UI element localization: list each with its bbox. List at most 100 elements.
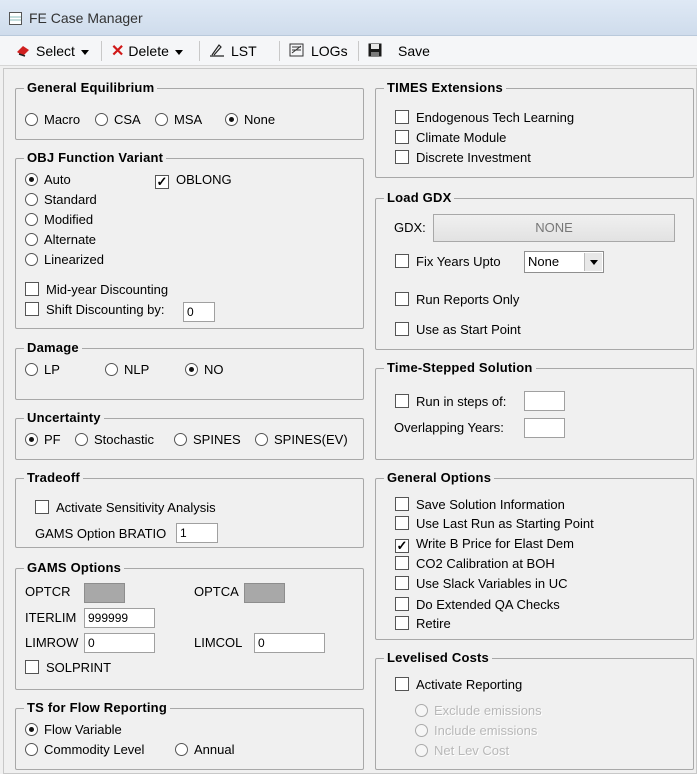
activate-reporting-checkbox[interactable]: Activate Reporting [395, 677, 522, 693]
select-icon [16, 42, 30, 62]
obj-radio-standard[interactable]: Standard [25, 192, 97, 208]
toolbar-divider [358, 41, 359, 61]
gdx-file-button[interactable]: NONE [433, 214, 675, 242]
obj-radio-auto[interactable]: Auto [25, 172, 71, 188]
save-label: Save [398, 43, 430, 59]
fix-years-checkbox[interactable]: Fix Years Upto [395, 254, 501, 270]
gdx-label: GDX: [394, 220, 426, 235]
time-stepped-group: Time-Stepped Solution [375, 360, 694, 460]
fix-years-select[interactable]: None [524, 251, 604, 273]
uncertainty-radio-spines-ev[interactable]: SPINES(EV) [255, 432, 348, 448]
obj-radio-alternate[interactable]: Alternate [25, 232, 96, 248]
fix-years-value: None [528, 254, 560, 269]
lst-icon [209, 42, 225, 62]
obj-radio-modified[interactable]: Modified [25, 212, 93, 228]
discrete-investment-checkbox[interactable]: Discrete Investment [395, 150, 531, 166]
toolbar-divider [199, 41, 200, 61]
optca-input[interactable] [244, 583, 285, 603]
save-solution-info-checkbox[interactable]: Save Solution Information [395, 497, 565, 513]
oblong-checkbox[interactable]: ✓ OBLONG [155, 172, 232, 189]
obj-radio-linearized[interactable]: Linearized [25, 252, 104, 268]
toolbar-divider [101, 41, 102, 61]
optcr-label: OPTCR [25, 584, 71, 599]
time-stepped-title: Time-Stepped Solution [384, 360, 536, 375]
obj-function-title: OBJ Function Variant [24, 150, 167, 165]
general-options-title: General Options [384, 470, 495, 485]
ts-flow-title: TS for Flow Reporting [24, 700, 170, 715]
endogenous-tech-learning-checkbox[interactable]: Endogenous Tech Learning [395, 110, 574, 126]
ge-radio-csa[interactable]: CSA [95, 112, 141, 128]
overlapping-years-input[interactable] [524, 418, 565, 438]
delete-label: Delete [128, 43, 169, 59]
levelised-radio-net-lev-cost[interactable]: Net Lev Cost [415, 743, 509, 759]
ge-radio-none[interactable]: None [225, 112, 275, 128]
uncertainty-radio-stochastic[interactable]: Stochastic [75, 432, 154, 448]
damage-radio-nlp[interactable]: NLP [105, 362, 149, 378]
toolbar-divider [279, 41, 280, 61]
window-title: FE Case Manager [29, 10, 143, 26]
damage-radio-no[interactable]: NO [185, 362, 224, 378]
tradeoff-title: Tradeoff [24, 470, 83, 485]
iterlim-input[interactable]: 999999 [84, 608, 155, 628]
app-icon [9, 12, 22, 25]
lst-button[interactable]: LST [209, 41, 257, 61]
delete-button[interactable]: ✕ Delete [111, 41, 183, 61]
general-equilibrium-title: General Equilibrium [24, 80, 158, 95]
use-last-run-checkbox[interactable]: Use Last Run as Starting Point [395, 516, 594, 532]
uncertainty-radio-pf[interactable]: PF [25, 432, 61, 448]
levelised-radio-exclude-emissions[interactable]: Exclude emissions [415, 703, 542, 719]
climate-module-checkbox[interactable]: Climate Module [395, 130, 506, 146]
chevron-down-icon [174, 49, 183, 55]
select-button[interactable]: Select [16, 41, 89, 61]
slack-variables-checkbox[interactable]: Use Slack Variables in UC [395, 576, 567, 592]
logs-button[interactable]: LOGs [289, 41, 348, 61]
limcol-label: LIMCOL [194, 635, 243, 650]
sensitivity-analysis-checkbox[interactable]: Activate Sensitivity Analysis [35, 500, 216, 516]
levelised-costs-title: Levelised Costs [384, 650, 492, 665]
chevron-down-icon[interactable] [584, 253, 602, 271]
ts-radio-flow-variable[interactable]: Flow Variable [25, 722, 122, 738]
shift-discounting-checkbox[interactable]: Shift Discounting by: [25, 302, 165, 318]
logs-icon [289, 42, 305, 62]
ge-radio-macro[interactable]: Macro [25, 112, 80, 128]
limrow-input[interactable]: 0 [84, 633, 155, 653]
use-as-start-point-checkbox[interactable]: Use as Start Point [395, 322, 521, 338]
overlapping-years-label: Overlapping Years: [394, 420, 504, 435]
co2-calibration-checkbox[interactable]: CO2 Calibration at BOH [395, 556, 555, 572]
retire-checkbox[interactable]: Retire [395, 616, 451, 632]
ts-radio-commodity-level[interactable]: Commodity Level [25, 742, 144, 758]
extended-qa-checks-checkbox[interactable]: Do Extended QA Checks [395, 597, 560, 613]
shift-discounting-input[interactable]: 0 [183, 302, 215, 322]
write-b-price-checkbox[interactable]: ✓ Write B Price for Elast Dem [395, 536, 574, 553]
optca-label: OPTCA [194, 584, 239, 599]
run-steps-input[interactable] [524, 391, 565, 411]
ge-radio-msa[interactable]: MSA [155, 112, 202, 128]
damage-title: Damage [24, 340, 82, 355]
floppy-disk-icon [368, 42, 382, 62]
uncertainty-radio-spines[interactable]: SPINES [174, 432, 241, 448]
limcol-input[interactable]: 0 [254, 633, 325, 653]
solprint-checkbox[interactable]: SOLPRINT [25, 660, 111, 676]
ts-radio-annual[interactable]: Annual [175, 742, 234, 758]
save-button[interactable]: Save [368, 41, 430, 61]
uncertainty-title: Uncertainty [24, 410, 104, 425]
bratio-input[interactable]: 1 [176, 523, 218, 543]
bratio-label: GAMS Option BRATIO [35, 526, 167, 541]
damage-radio-lp[interactable]: LP [25, 362, 60, 378]
lst-label: LST [231, 43, 257, 59]
run-in-steps-checkbox[interactable]: Run in steps of: [395, 394, 506, 410]
optcr-input[interactable] [84, 583, 125, 603]
levelised-radio-include-emissions[interactable]: Include emissions [415, 723, 537, 739]
ts-flow-group: TS for Flow Reporting [15, 700, 364, 770]
run-reports-only-checkbox[interactable]: Run Reports Only [395, 292, 519, 308]
title-bar: FE Case Manager [0, 0, 697, 36]
mid-year-discounting-checkbox[interactable]: Mid-year Discounting [25, 282, 168, 298]
logs-label: LOGs [311, 43, 348, 59]
limrow-label: LIMROW [25, 635, 79, 650]
checkmark-icon: ✓ [155, 174, 169, 189]
times-extensions-title: TIMES Extensions [384, 80, 506, 95]
checkmark-icon: ✓ [395, 538, 409, 553]
delete-x-icon: ✕ [111, 43, 125, 61]
select-label: Select [36, 43, 75, 59]
chevron-down-icon [80, 49, 89, 55]
